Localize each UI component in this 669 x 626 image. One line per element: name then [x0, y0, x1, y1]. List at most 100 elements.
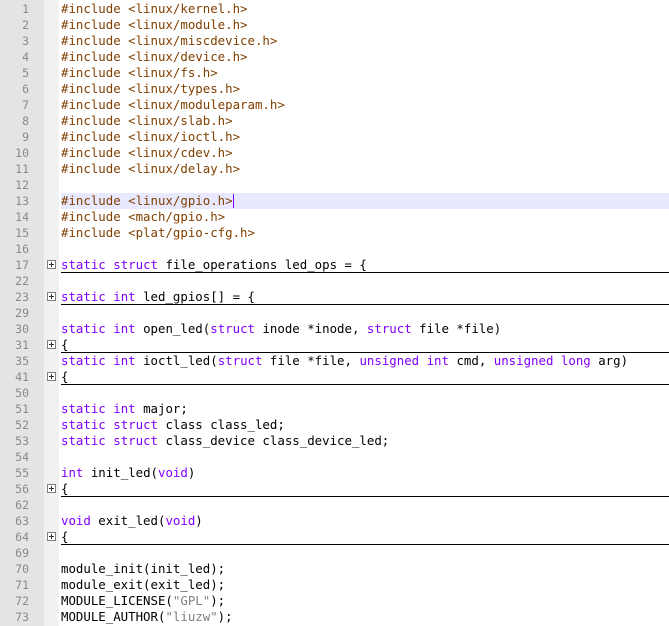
- code-text[interactable]: {: [61, 529, 669, 545]
- code-line[interactable]: 53 static struct class_device class_devic…: [0, 433, 669, 449]
- code-line[interactable]: 35 static int ioctl_led(struct file *file…: [0, 353, 669, 369]
- code-line[interactable]: 29: [0, 305, 669, 321]
- code-line[interactable]: 7 #include <linux/moduleparam.h>: [0, 97, 669, 113]
- code-token: #include <mach/gpio.h>: [61, 209, 226, 224]
- code-text[interactable]: #include <linux/miscdevice.h>: [61, 33, 669, 49]
- code-line[interactable]: 50: [0, 385, 669, 401]
- code-text[interactable]: #include <linux/device.h>: [61, 49, 669, 65]
- code-text[interactable]: static struct class class_led;: [61, 417, 669, 433]
- code-text[interactable]: void exit_led(void): [61, 513, 669, 529]
- code-line[interactable]: 6 #include <linux/types.h>: [0, 81, 669, 97]
- line-number: 41: [15, 370, 29, 384]
- code-line[interactable]: 70 module_init(init_led);: [0, 561, 669, 577]
- code-line[interactable]: 15 #include <plat/gpio-cfg.h>: [0, 225, 669, 241]
- code-line[interactable]: 62: [0, 497, 669, 513]
- code-token: struct: [113, 257, 158, 272]
- line-number: 69: [15, 546, 29, 560]
- fold-expand-icon[interactable]: [47, 340, 56, 349]
- code-line[interactable]: 30 static int open_led(struct inode *inod…: [0, 321, 669, 337]
- code-token: {: [61, 481, 69, 496]
- code-text[interactable]: #include <linux/moduleparam.h>: [61, 97, 669, 113]
- code-token: ): [187, 465, 196, 480]
- code-text[interactable]: {: [61, 369, 669, 385]
- code-text[interactable]: int init_led(void): [61, 465, 669, 481]
- code-text[interactable]: [61, 545, 669, 561]
- code-line[interactable]: 10 #include <linux/cdev.h>: [0, 145, 669, 161]
- code-text[interactable]: {: [61, 337, 669, 353]
- code-text[interactable]: [61, 241, 669, 257]
- code-line[interactable]: 14 #include <mach/gpio.h>: [0, 209, 669, 225]
- code-line-current[interactable]: 13 #include <linux/gpio.h>: [0, 193, 669, 209]
- code-text[interactable]: module_exit(exit_led);: [61, 577, 669, 593]
- code-lines[interactable]: 1 #include <linux/kernel.h> 2 #include <lin…: [0, 1, 669, 625]
- code-line[interactable]: 56 {: [0, 481, 669, 497]
- code-text[interactable]: #include <linux/gpio.h>: [61, 193, 669, 209]
- code-line[interactable]: 1 #include <linux/kernel.h>: [0, 1, 669, 17]
- code-text[interactable]: static int open_led(struct inode *inode,…: [61, 321, 669, 337]
- code-line[interactable]: 64 {: [0, 529, 669, 545]
- code-text[interactable]: #include <linux/delay.h>: [61, 161, 669, 177]
- code-token: #include <linux/moduleparam.h>: [61, 97, 285, 112]
- code-line[interactable]: 23 static int led_gpios[] = {: [0, 289, 669, 305]
- fold-expand-icon[interactable]: [47, 484, 56, 493]
- fold-expand-icon[interactable]: [47, 260, 56, 269]
- code-text[interactable]: #include <linux/module.h>: [61, 17, 669, 33]
- code-line[interactable]: 3 #include <linux/miscdevice.h>: [0, 33, 669, 49]
- code-line[interactable]: 63 void exit_led(void): [0, 513, 669, 529]
- code-line[interactable]: 51 static int major;: [0, 401, 669, 417]
- code-text[interactable]: [61, 449, 669, 465]
- code-line[interactable]: 17 static struct file_operations led_ops …: [0, 257, 669, 273]
- code-line[interactable]: 9 #include <linux/ioctl.h>: [0, 129, 669, 145]
- code-line[interactable]: 73 MODULE_AUTHOR("liuzw");: [0, 609, 669, 625]
- code-text[interactable]: [61, 385, 669, 401]
- code-text[interactable]: #include <linux/kernel.h>: [61, 1, 669, 17]
- code-line[interactable]: 11 #include <linux/delay.h>: [0, 161, 669, 177]
- code-line[interactable]: 55 int init_led(void): [0, 465, 669, 481]
- code-text[interactable]: static struct class_device class_device_…: [61, 433, 669, 449]
- code-text[interactable]: static int ioctl_led(struct file *file, …: [61, 353, 669, 369]
- code-line[interactable]: 31 {: [0, 337, 669, 353]
- code-token: int: [113, 353, 136, 368]
- code-text[interactable]: [61, 177, 669, 193]
- code-token: #include <linux/types.h>: [61, 81, 241, 96]
- code-text[interactable]: [61, 273, 669, 289]
- code-text[interactable]: [61, 305, 669, 321]
- code-text[interactable]: MODULE_AUTHOR("liuzw");: [61, 609, 669, 625]
- code-text[interactable]: #include <mach/gpio.h>: [61, 209, 669, 225]
- code-text[interactable]: {: [61, 481, 669, 497]
- code-text[interactable]: static int led_gpios[] = {: [61, 289, 669, 305]
- code-line[interactable]: 4 #include <linux/device.h>: [0, 49, 669, 65]
- fold-expand-icon[interactable]: [47, 532, 56, 541]
- code-token: static: [61, 289, 106, 304]
- code-token: void: [165, 513, 196, 528]
- code-text[interactable]: #include <linux/types.h>: [61, 81, 669, 97]
- code-text[interactable]: #include <linux/slab.h>: [61, 113, 669, 129]
- line-number: 50: [15, 386, 29, 400]
- code-line[interactable]: 52 static struct class class_led;: [0, 417, 669, 433]
- code-text[interactable]: [61, 497, 669, 513]
- code-line[interactable]: 22: [0, 273, 669, 289]
- code-line[interactable]: 5 #include <linux/fs.h>: [0, 65, 669, 81]
- code-text[interactable]: static int major;: [61, 401, 669, 417]
- code-text[interactable]: #include <linux/cdev.h>: [61, 145, 669, 161]
- code-text[interactable]: #include <linux/ioctl.h>: [61, 129, 669, 145]
- code-text[interactable]: static struct file_operations led_ops = …: [61, 257, 669, 273]
- code-line[interactable]: 12: [0, 177, 669, 193]
- code-text[interactable]: #include <linux/fs.h>: [61, 65, 669, 81]
- code-line[interactable]: 71 module_exit(exit_led);: [0, 577, 669, 593]
- code-line[interactable]: 8 #include <linux/slab.h>: [0, 113, 669, 129]
- code-text[interactable]: #include <plat/gpio-cfg.h>: [61, 225, 669, 241]
- code-token: module_exit(exit_led);: [61, 577, 226, 592]
- fold-expand-icon[interactable]: [47, 372, 56, 381]
- code-line[interactable]: 2 #include <linux/module.h>: [0, 17, 669, 33]
- code-line[interactable]: 69: [0, 545, 669, 561]
- code-editor[interactable]: 1 #include <linux/kernel.h> 2 #include <lin…: [0, 0, 669, 626]
- code-line[interactable]: 72 MODULE_LICENSE("GPL");: [0, 593, 669, 609]
- fold-expand-icon[interactable]: [47, 292, 56, 301]
- code-text[interactable]: MODULE_LICENSE("GPL");: [61, 593, 669, 609]
- code-line[interactable]: 54: [0, 449, 669, 465]
- code-line[interactable]: 41 {: [0, 369, 669, 385]
- line-number: 6: [22, 82, 29, 96]
- code-line[interactable]: 16: [0, 241, 669, 257]
- code-text[interactable]: module_init(init_led);: [61, 561, 669, 577]
